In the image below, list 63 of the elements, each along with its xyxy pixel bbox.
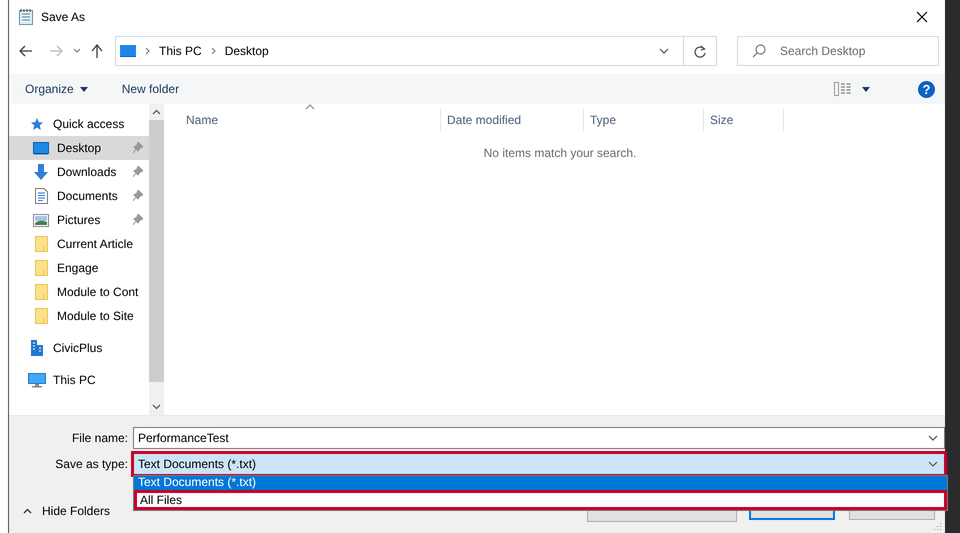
- folder-icon: [34, 236, 48, 252]
- nav-item[interactable]: Module to Cont: [9, 280, 149, 304]
- nav-item[interactable]: Current Article: [9, 232, 149, 256]
- notepad-icon: [19, 9, 33, 25]
- computer-icon: [28, 372, 46, 388]
- organize-menu[interactable]: Organize: [19, 80, 94, 98]
- picture-icon: [33, 214, 49, 226]
- column-header[interactable]: Date modified: [441, 108, 584, 132]
- search-field[interactable]: Search Desktop: [780, 38, 938, 64]
- caret-icon: [80, 86, 88, 92]
- nav-item[interactable]: Quick access: [9, 112, 149, 136]
- nav-item[interactable]: Pictures: [9, 208, 149, 232]
- folder-icon: [34, 308, 48, 324]
- field-label: File name:: [70, 431, 128, 445]
- caret-icon: [862, 86, 870, 92]
- window-title: Save As: [41, 10, 86, 24]
- file-name-box[interactable]: PerformanceTest: [133, 427, 945, 449]
- search-icon: [752, 44, 766, 58]
- nav-item[interactable]: Module to Site: [9, 304, 149, 328]
- search-box[interactable]: Search Desktop: [737, 36, 939, 66]
- nav-item[interactable]: Documents: [9, 184, 149, 208]
- chevron-down-icon[interactable]: [928, 435, 938, 441]
- folder-icon: [34, 260, 48, 276]
- field-label: Save as type:: [54, 457, 128, 471]
- column-header[interactable]: Type: [584, 108, 704, 132]
- folder-icon: [34, 284, 48, 300]
- file-name-field[interactable]: PerformanceTest: [138, 431, 928, 445]
- back-arrow-icon[interactable]: [19, 45, 33, 57]
- breadcrumb[interactable]: This PC: [159, 44, 202, 58]
- chevron-down-icon: [928, 461, 938, 467]
- nav-item[interactable]: This PC: [9, 368, 149, 392]
- refresh-icon[interactable]: [694, 44, 706, 58]
- help-button[interactable]: ?: [918, 80, 935, 98]
- star-icon: [30, 117, 44, 131]
- empty-message: No items match your search.: [482, 146, 638, 160]
- file-type-dropdown[interactable]: Text Documents (*.txt): [133, 453, 945, 475]
- breadcrumb[interactable]: Desktop: [224, 44, 269, 58]
- chevron-right-icon: [145, 47, 150, 55]
- nav-item[interactable]: Downloads: [9, 160, 149, 184]
- close-icon: [916, 11, 928, 23]
- document-icon: [34, 188, 48, 204]
- hide-folders-button[interactable]: Hide Folders: [21, 502, 112, 520]
- chevron-right-icon: [210, 47, 216, 55]
- up-arrow-icon[interactable]: [91, 44, 103, 58]
- column-header[interactable]: Name: [164, 108, 441, 132]
- dropdown-option[interactable]: All Files: [134, 490, 947, 510]
- building-icon: [31, 340, 43, 356]
- column-header[interactable]: Size: [704, 108, 784, 132]
- chevron-up-icon: [23, 508, 32, 514]
- nav-item[interactable]: Engage: [9, 256, 149, 280]
- monitor-icon: [33, 142, 49, 154]
- nav-item[interactable]: Desktop: [9, 136, 149, 160]
- chevron-down-icon[interactable]: [659, 48, 669, 54]
- new-folder-button[interactable]: New folder: [116, 80, 186, 98]
- scrollbar[interactable]: [149, 104, 164, 415]
- resize-grip-icon: [933, 522, 941, 530]
- details-view-icon: [834, 82, 852, 96]
- download-arrow-icon: [33, 164, 49, 180]
- dropdown-option[interactable]: Text Documents (*.txt): [134, 476, 947, 490]
- nav-item[interactable]: CivicPlus: [9, 336, 149, 360]
- chevron-down-icon[interactable]: [73, 48, 81, 54]
- address-bar[interactable]: This PC Desktop: [115, 36, 717, 66]
- monitor-icon: [120, 45, 136, 57]
